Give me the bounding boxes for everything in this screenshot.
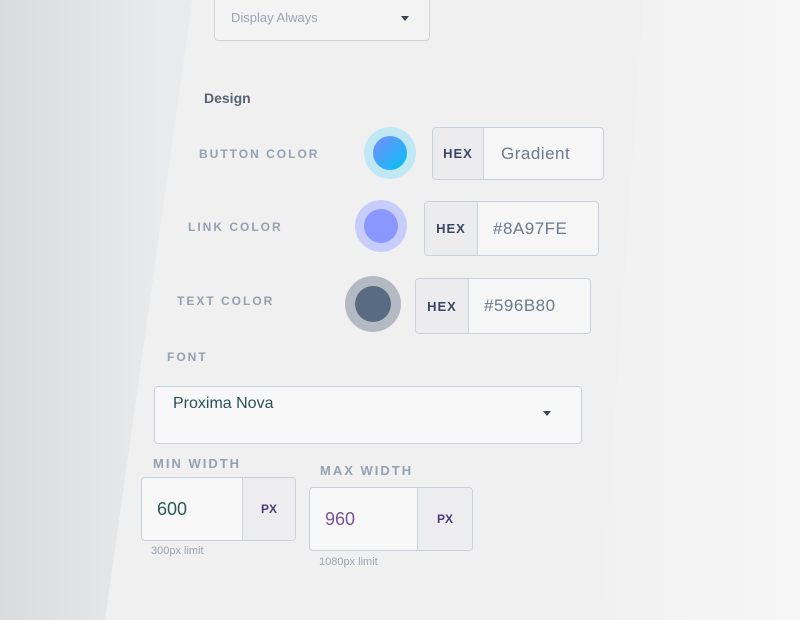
text-color-label: TEXT COLOR: [177, 294, 275, 308]
max-width-value: 960: [325, 508, 356, 529]
link-color-label: LINK COLOR: [188, 220, 283, 234]
link-color-swatch[interactable]: [355, 200, 407, 252]
font-label: FONT: [167, 350, 208, 364]
button-color-label: BUTTON COLOR: [199, 147, 320, 161]
button-color-value: Gradient: [501, 143, 571, 163]
display-mode-value: Display Always: [231, 10, 318, 25]
max-width-input[interactable]: 960 PX: [309, 487, 473, 551]
font-value: Proxima Nova: [173, 395, 274, 412]
min-width-label: MIN WIDTH: [153, 456, 242, 471]
min-width-unit: PX: [242, 478, 295, 540]
link-color-value: #8A97FE: [493, 218, 568, 238]
button-color-hex-field[interactable]: HEX Gradient: [432, 127, 604, 180]
max-width-label: MAX WIDTH: [320, 463, 414, 478]
text-color-value: #596B80: [484, 296, 556, 315]
button-color-swatch[interactable]: [364, 127, 416, 179]
text-color-hex-field[interactable]: HEX #596B80: [415, 278, 591, 334]
font-select[interactable]: Proxima Nova: [154, 386, 582, 444]
max-width-unit: PX: [417, 488, 472, 550]
text-color-swatch[interactable]: [345, 276, 401, 332]
section-title-design: Design: [204, 90, 251, 106]
chevron-down-icon: [401, 16, 409, 21]
link-color-hex-field[interactable]: HEX #8A97FE: [424, 201, 599, 256]
button-color-circle: [373, 136, 407, 170]
min-width-hint: 300px limit: [151, 545, 204, 557]
display-mode-select[interactable]: Display Always: [214, 0, 430, 41]
text-color-circle: [355, 286, 391, 322]
max-width-hint: 1080px limit: [319, 556, 378, 568]
min-width-input[interactable]: 600 PX: [141, 477, 296, 541]
min-width-value: 600: [157, 498, 188, 519]
hex-tag: HEX: [433, 128, 484, 179]
chevron-down-icon: [543, 411, 551, 416]
link-color-circle: [364, 209, 398, 243]
hex-tag: HEX: [416, 279, 469, 333]
hex-tag: HEX: [425, 202, 478, 255]
